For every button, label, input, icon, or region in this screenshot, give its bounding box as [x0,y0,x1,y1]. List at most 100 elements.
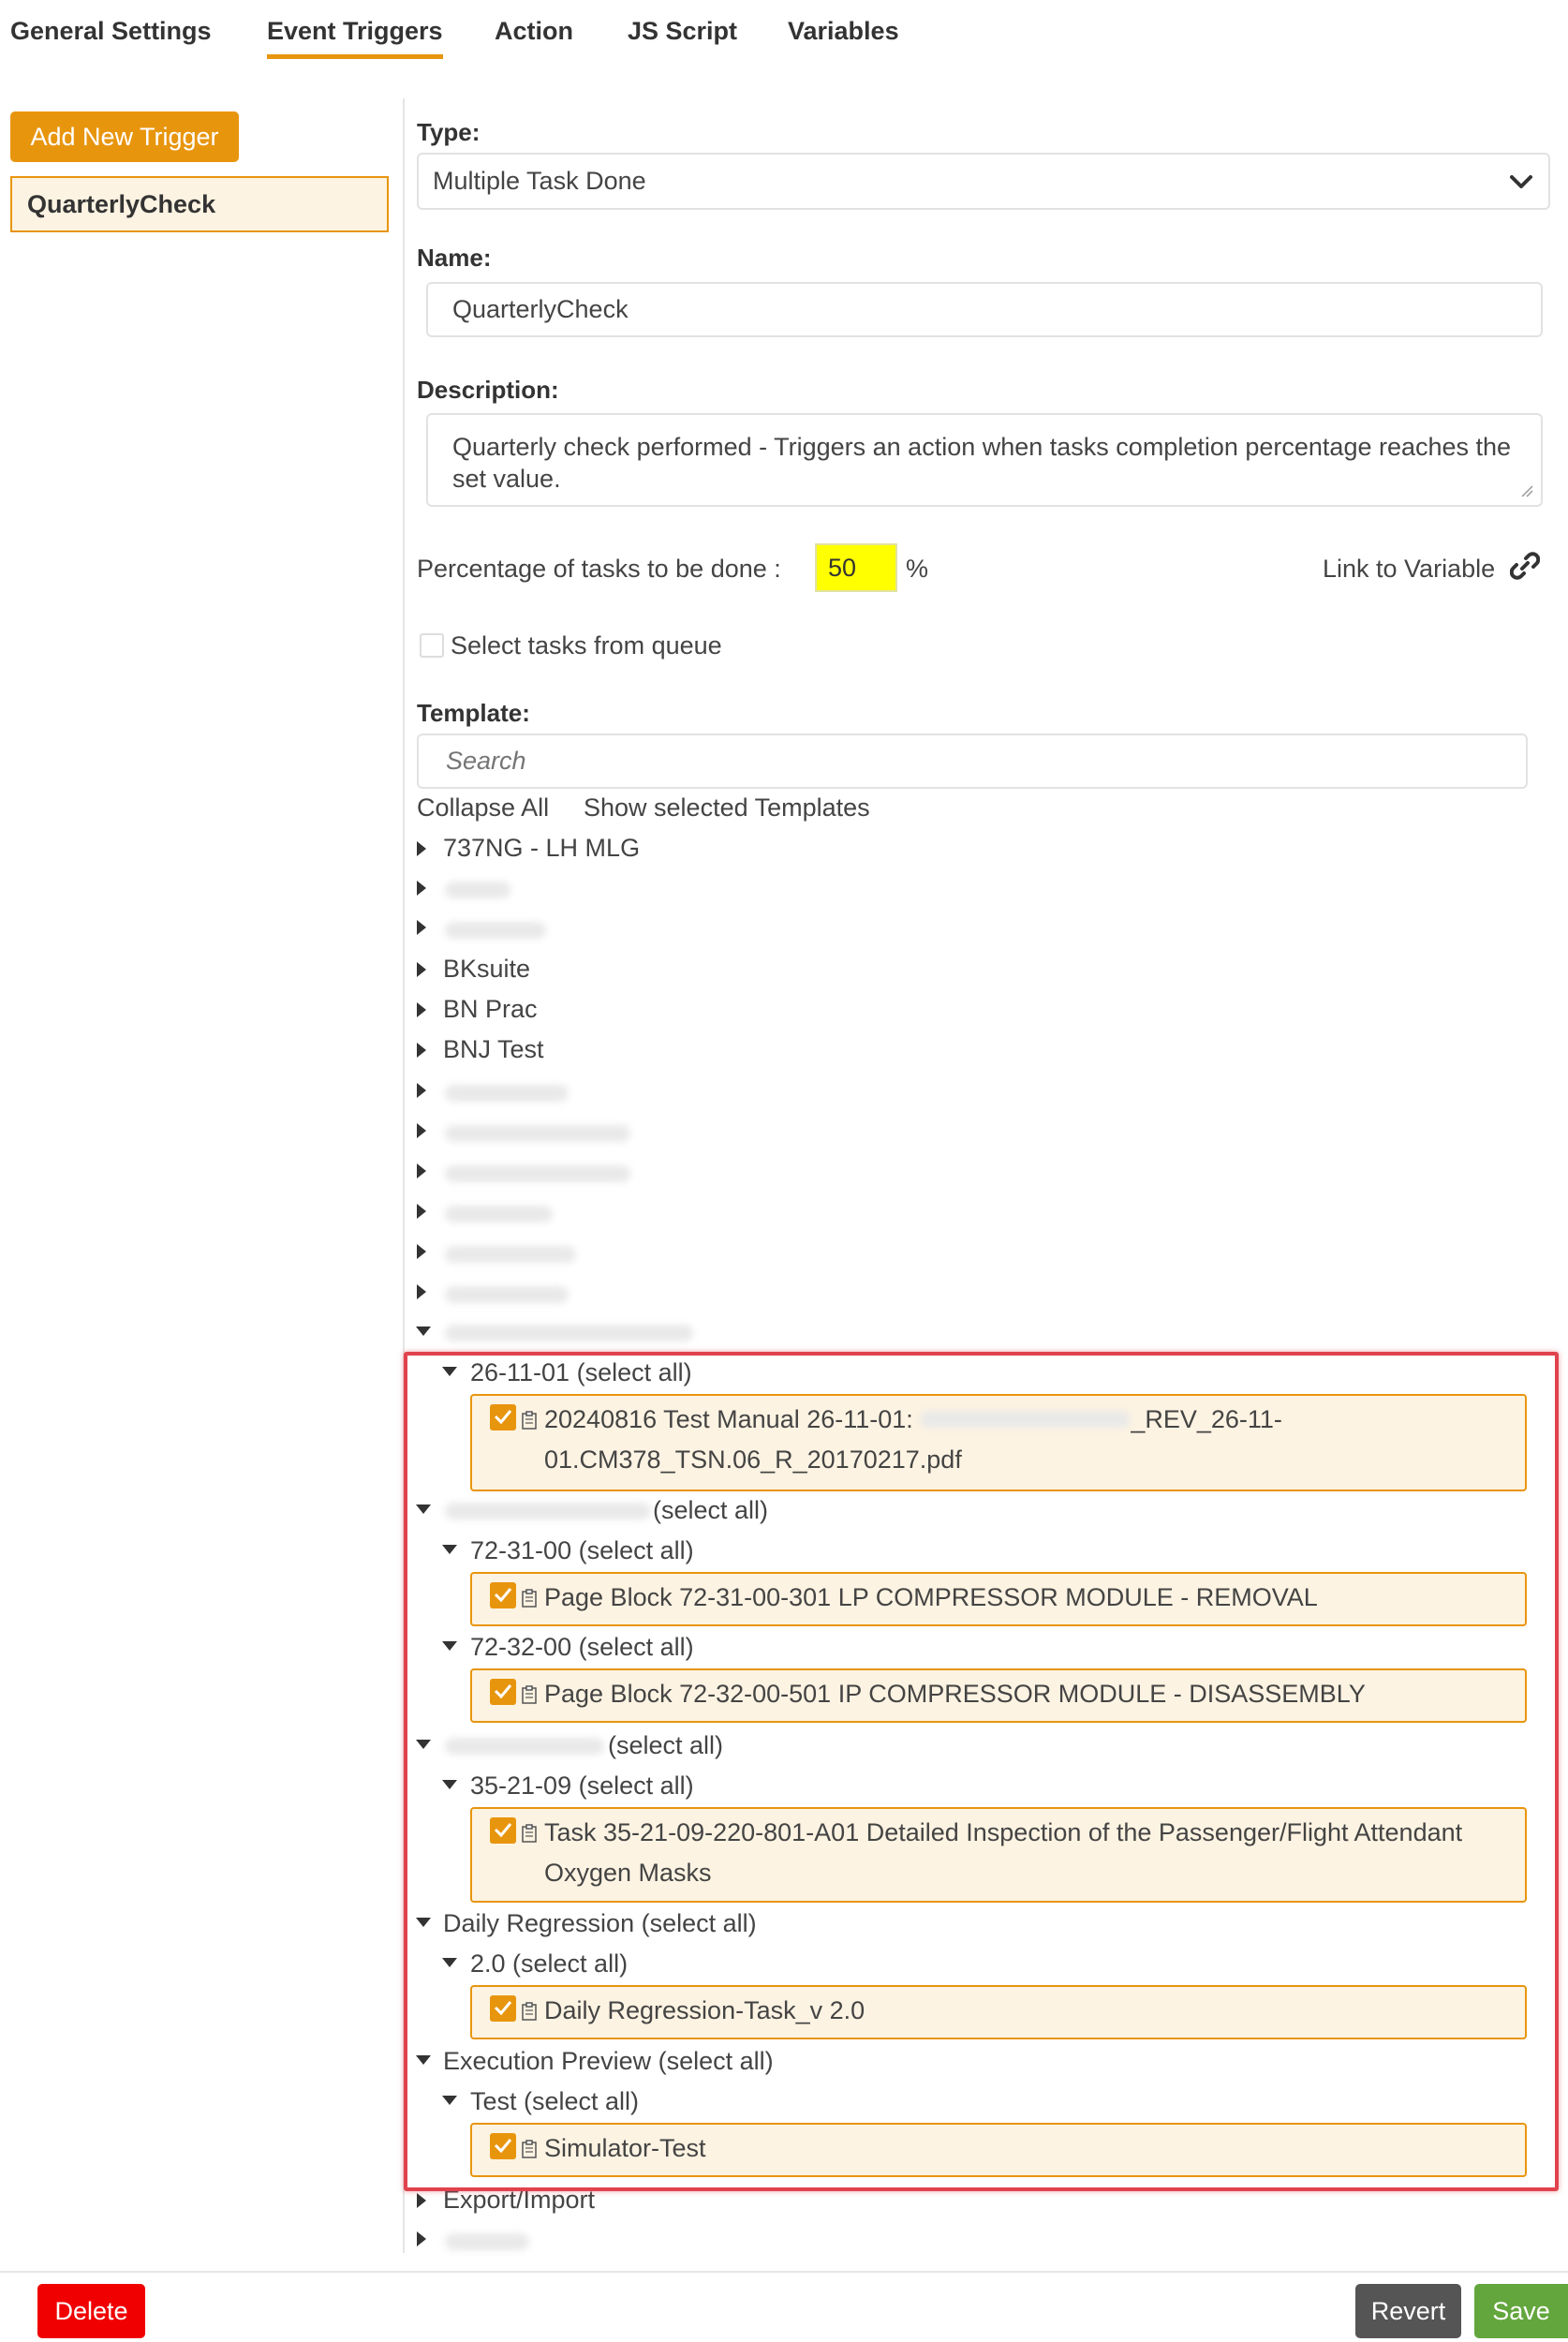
clipboard-icon [522,2140,537,2158]
template-leaf[interactable]: Simulator-Test [470,2123,1527,2177]
redacted-node [445,1325,693,1341]
redacted-node [445,922,546,939]
save-button[interactable]: Save [1474,2284,1568,2338]
footer-divider [0,2271,1568,2273]
collapse-arrow-icon[interactable] [442,1367,457,1376]
queue-checkbox-label[interactable]: Select tasks from queue [451,631,722,660]
checkbox-checked[interactable] [490,1404,516,1430]
clipboard-icon [522,1589,537,1608]
tab-general-settings[interactable]: General Settings [10,17,212,46]
tree-node[interactable]: Test (select all) [470,2087,639,2116]
collapse-all-link[interactable]: Collapse All [417,793,549,823]
tab-event-triggers[interactable]: Event Triggers [267,17,443,59]
expand-arrow-icon[interactable] [417,1123,426,1138]
collapse-arrow-icon[interactable] [416,2055,431,2065]
expand-arrow-icon[interactable] [417,1002,426,1017]
redacted-node [445,1503,651,1519]
expand-arrow-icon[interactable] [417,962,426,977]
revert-button[interactable]: Revert [1355,2284,1461,2338]
percentage-value: 50 [828,553,857,582]
leaf-label: 20240816 Test Manual 26-11-01: _REV_26-1… [544,1400,1506,1480]
search-input[interactable] [444,746,1526,777]
name-input[interactable]: QuarterlyCheck [426,282,1543,337]
queue-checkbox[interactable] [420,633,444,658]
delete-button[interactable]: Delete [37,2284,145,2338]
expand-arrow-icon[interactable] [417,1204,426,1219]
tree-node[interactable]: 72-31-00 (select all) [470,1536,694,1565]
redacted-node [445,2233,529,2250]
expand-arrow-icon[interactable] [417,1284,426,1299]
expand-arrow-icon[interactable] [417,1043,426,1058]
checkbox-checked[interactable] [490,2133,516,2159]
type-select[interactable]: Multiple Task Done [417,153,1550,210]
tree-node[interactable]: 26-11-01 (select all) [470,1358,692,1387]
template-leaf[interactable]: Page Block 72-32-00-501 IP COMPRESSOR MO… [470,1668,1527,1723]
expand-arrow-icon[interactable] [417,920,426,935]
expand-arrow-icon[interactable] [417,2193,426,2208]
collapse-arrow-icon[interactable] [416,1327,431,1336]
select-all-link[interactable]: (select all) [608,1731,723,1760]
tree-node[interactable]: 35-21-09 (select all) [470,1771,694,1801]
clipboard-icon [522,1685,537,1704]
checkbox-checked[interactable] [490,1679,516,1705]
expand-arrow-icon[interactable] [417,841,426,856]
clipboard-icon [522,1411,537,1430]
template-leaf[interactable]: 20240816 Test Manual 26-11-01: _REV_26-1… [470,1394,1527,1491]
tree-node[interactable]: Daily Regression (select all) [443,1909,757,1938]
collapse-arrow-icon[interactable] [442,2096,457,2105]
tree-node[interactable]: 72-32-00 (select all) [470,1633,694,1662]
redacted-text [920,1410,1132,1428]
tree-node[interactable]: BNJ Test [443,1035,544,1064]
tree-node[interactable]: Export/Import [443,2186,595,2215]
expand-arrow-icon[interactable] [417,1083,426,1098]
checkbox-checked[interactable] [490,1995,516,2022]
tree-node[interactable]: BKsuite [443,955,530,984]
name-input-value: QuarterlyCheck [452,295,629,323]
collapse-arrow-icon[interactable] [442,1958,457,1967]
tree-node[interactable]: BN Prac [443,995,538,1024]
type-select-value: Multiple Task Done [433,167,646,195]
description-label: Description: [417,376,559,404]
leaf-label-part: Task 35-21-09-220-801-A01 Detailed Inspe… [544,1818,1463,1846]
add-new-trigger-button[interactable]: Add New Trigger [10,111,239,162]
collapse-arrow-icon[interactable] [416,1918,431,1927]
leaf-label-part: Oxygen Masks [544,1859,712,1887]
leaf-label: Page Block 72-31-00-301 LP COMPRESSOR MO… [544,1583,1318,1611]
redacted-node [445,1738,604,1755]
leaf-label-part: 01.CM378_TSN.06_R_20170217.pdf [544,1445,962,1474]
trigger-list-item[interactable]: QuarterlyCheck [10,176,389,232]
leaf-label: Task 35-21-09-220-801-A01 Detailed Inspe… [544,1813,1506,1893]
show-selected-templates-link[interactable]: Show selected Templates [584,793,870,823]
checkbox-checked[interactable] [490,1582,516,1608]
tree-node[interactable]: 2.0 (select all) [470,1949,628,1979]
template-leaf[interactable]: Daily Regression-Task_v 2.0 [470,1985,1527,2039]
expand-arrow-icon[interactable] [417,1164,426,1178]
description-textarea[interactable]: Quarterly check performed - Triggers an … [426,413,1543,507]
expand-arrow-icon[interactable] [417,881,426,896]
tab-variables[interactable]: Variables [788,17,899,46]
percentage-input[interactable]: 50 [815,543,897,592]
chevron-down-icon [1510,175,1532,188]
collapse-arrow-icon[interactable] [416,1505,431,1514]
tab-js-script[interactable]: JS Script [628,17,737,46]
type-label: Type: [417,118,481,146]
template-leaf[interactable]: Task 35-21-09-220-801-A01 Detailed Inspe… [470,1807,1527,1903]
select-all-link[interactable]: (select all) [653,1496,768,1525]
link-icon[interactable] [1510,551,1540,581]
checkbox-checked[interactable] [490,1817,516,1844]
link-to-variable[interactable]: Link to Variable [1323,555,1495,584]
collapse-arrow-icon[interactable] [442,1780,457,1789]
tab-action[interactable]: Action [495,17,573,46]
collapse-arrow-icon[interactable] [416,1740,431,1749]
collapse-arrow-icon[interactable] [442,1641,457,1651]
tree-node[interactable]: 737NG - LH MLG [443,834,640,863]
redacted-node [445,1125,630,1142]
collapse-arrow-icon[interactable] [442,1545,457,1554]
panel-divider [403,98,405,2253]
resize-handle-icon[interactable] [1520,484,1533,497]
expand-arrow-icon[interactable] [417,1244,426,1259]
template-search[interactable] [417,734,1528,789]
template-leaf[interactable]: Page Block 72-31-00-301 LP COMPRESSOR MO… [470,1572,1527,1626]
expand-arrow-icon[interactable] [417,2231,426,2246]
tree-node[interactable]: Execution Preview (select all) [443,2047,774,2076]
